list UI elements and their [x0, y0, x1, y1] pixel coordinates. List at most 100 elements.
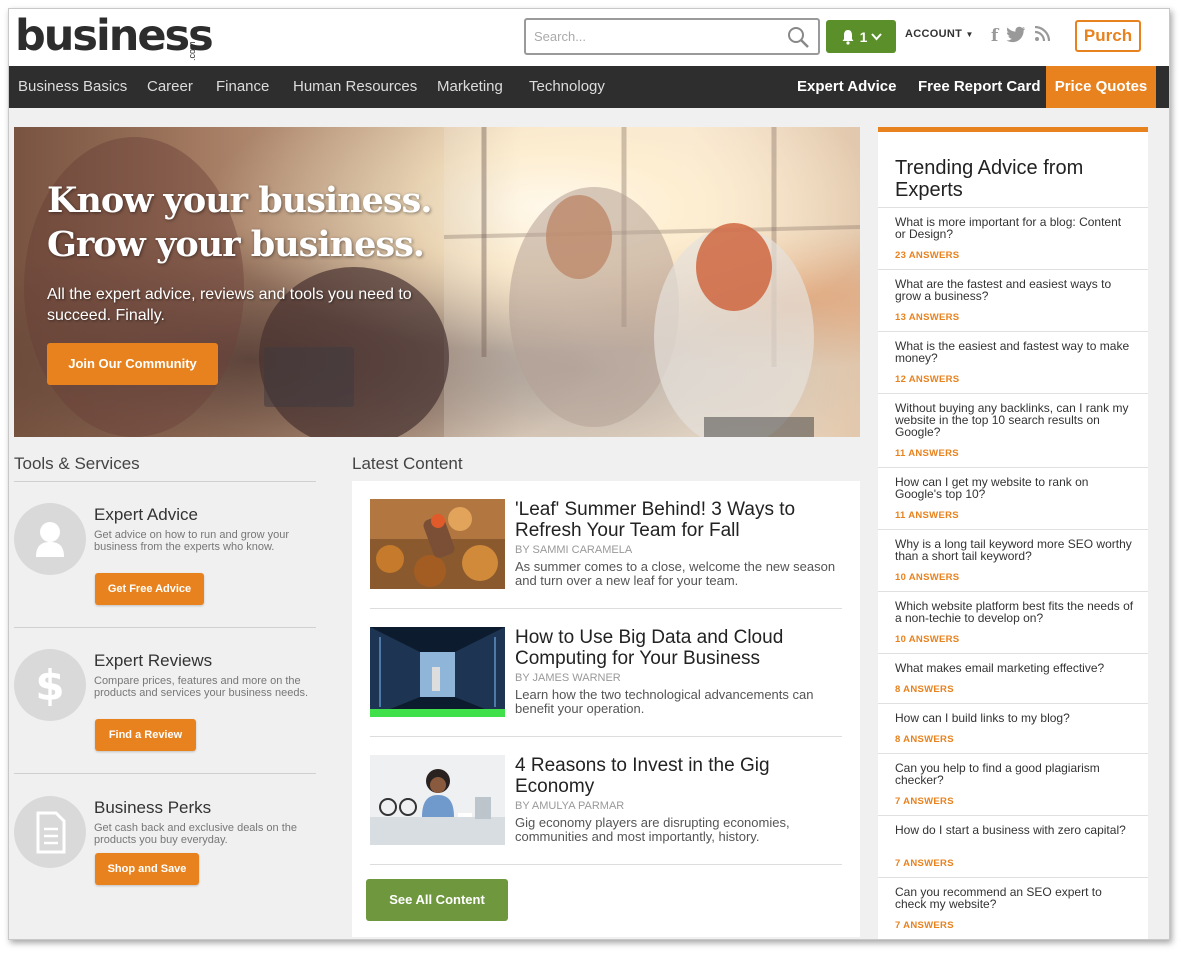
nav-finance[interactable]: Finance [216, 66, 269, 108]
hero-subtitle: All the expert advice, reviews and tools… [47, 286, 412, 324]
trending-item[interactable]: Which website platform best fits the nee… [878, 591, 1148, 653]
trending-question[interactable]: What is more important for a blog: Conte… [895, 216, 1135, 240]
trending-item[interactable]: Without buying any backlinks, can I rank… [878, 393, 1148, 467]
article-title[interactable]: How to Use Big Data and Cloud Computing … [515, 627, 845, 669]
article-thumbnail[interactable] [370, 627, 505, 717]
latest-heading: Latest Content [352, 454, 463, 473]
trending-question[interactable]: What makes email marketing effective? [895, 662, 1135, 674]
article-divider [370, 608, 842, 609]
tool-description: Get cash back and exclusive deals on the… [94, 822, 298, 846]
trending-question[interactable]: Without buying any backlinks, can I rank… [895, 402, 1135, 438]
trending-panel: Trending Advice from Experts What is mor… [878, 127, 1148, 939]
trending-item[interactable]: Can you help to find a good plagiarism c… [878, 753, 1148, 815]
article-description: As summer comes to a close, welcome the … [515, 559, 836, 588]
trending-answer-count[interactable]: 23 ANSWERS [895, 250, 959, 261]
trending-item[interactable]: What are the fastest and easiest ways to… [878, 269, 1148, 331]
trending-answer-count[interactable]: 10 ANSWERS [895, 572, 959, 583]
search-icon[interactable] [786, 25, 810, 49]
search-input[interactable] [526, 20, 766, 53]
nav-marketing[interactable]: Marketing [437, 66, 503, 108]
nav-price-quotes[interactable]: Price Quotes [1046, 66, 1156, 108]
facebook-icon[interactable]: f [991, 26, 998, 46]
shop-and-save-button[interactable]: Shop and Save [95, 853, 199, 885]
find-review-button[interactable]: Find a Review [95, 719, 196, 751]
get-free-advice-button[interactable]: Get Free Advice [95, 573, 204, 605]
trending-answer-count[interactable]: 8 ANSWERS [895, 684, 954, 695]
see-all-content-button[interactable]: See All Content [366, 879, 508, 921]
logo-suffix: .com [187, 41, 197, 61]
article-thumbnail[interactable] [370, 755, 505, 845]
dollar-icon: $ [35, 661, 64, 710]
article-byline: BY SAMMI CARAMELA [515, 544, 633, 556]
nav-technology[interactable]: Technology [529, 66, 605, 108]
trending-question[interactable]: Can you help to find a good plagiarism c… [895, 762, 1135, 786]
notification-count: 1 [859, 28, 868, 45]
trending-item[interactable]: How can I build links to my blog? 8 ANSW… [878, 703, 1148, 753]
trending-item[interactable]: What is the easiest and fastest way to m… [878, 331, 1148, 393]
join-community-button[interactable]: Join Our Community [47, 343, 218, 385]
trending-answer-count[interactable]: 7 ANSWERS [895, 858, 954, 869]
trending-question[interactable]: How do I start a business with zero capi… [895, 824, 1135, 836]
tool-description: Get advice on how to run and grow your b… [94, 529, 290, 553]
trending-question[interactable]: What are the fastest and easiest ways to… [895, 278, 1135, 302]
trending-item[interactable]: How can I get my website to rank on Goog… [878, 467, 1148, 529]
twitter-icon[interactable] [1006, 26, 1026, 43]
trending-item[interactable]: What makes email marketing effective? 8 … [878, 653, 1148, 703]
tools-heading: Tools & Services [14, 454, 140, 473]
article-card[interactable]: 4 Reasons to Invest in the Gig Economy B… [370, 755, 842, 847]
hero-title-line-1: Know your business. [47, 180, 433, 221]
purch-button[interactable]: Purch [1075, 20, 1141, 52]
trending-answer-count[interactable]: 13 ANSWERS [895, 312, 959, 323]
person-icon [36, 522, 64, 557]
trending-answer-count[interactable]: 7 ANSWERS [895, 920, 954, 931]
nav-business-basics[interactable]: Business Basics [18, 66, 127, 108]
nav-human-resources[interactable]: Human Resources [293, 66, 417, 108]
article-byline: BY AMULYA PARMAR [515, 800, 625, 812]
trending-item[interactable]: Can you recommend an SEO expert to check… [878, 877, 1148, 939]
tools-divider [14, 627, 316, 628]
logo-text: business [15, 11, 214, 61]
trending-item[interactable]: Why is a long tail keyword more SEO wort… [878, 529, 1148, 591]
trending-question[interactable]: Why is a long tail keyword more SEO wort… [895, 538, 1135, 562]
trending-item[interactable]: How do I start a business with zero capi… [878, 815, 1148, 877]
tools-divider [14, 773, 316, 774]
article-description: Learn how the two technological advancem… [515, 687, 814, 716]
trending-heading: Trending Advice from Experts [895, 157, 1084, 201]
tool-title: Business Perks [94, 798, 212, 817]
nav-expert-advice[interactable]: Expert Advice [797, 66, 897, 108]
article-thumbnail[interactable] [370, 499, 505, 589]
trending-question[interactable]: How can I get my website to rank on Goog… [895, 476, 1135, 500]
hero-banner: Know your business. Grow your business. … [14, 127, 860, 437]
trending-question[interactable]: Which website platform best fits the nee… [895, 600, 1135, 624]
site-logo[interactable]: business [15, 11, 214, 61]
document-icon [36, 811, 66, 854]
trending-answer-count[interactable]: 11 ANSWERS [895, 510, 959, 521]
account-menu[interactable]: ACCOUNT ▼ [905, 28, 974, 40]
article-card[interactable]: 'Leaf' Summer Behind! 3 Ways to Refresh … [370, 499, 842, 591]
svg-text:$: $ [35, 661, 64, 710]
trending-question[interactable]: How can I build links to my blog? [895, 712, 1135, 724]
trending-item[interactable]: What is more important for a blog: Conte… [878, 207, 1148, 269]
notification-button[interactable]: 1 [826, 20, 896, 53]
trending-answer-count[interactable]: 7 ANSWERS [895, 796, 954, 807]
trending-question[interactable]: Can you recommend an SEO expert to check… [895, 886, 1135, 910]
rss-icon[interactable] [1034, 26, 1051, 42]
trending-answer-count[interactable]: 8 ANSWERS [895, 734, 954, 745]
article-title[interactable]: 'Leaf' Summer Behind! 3 Ways to Refresh … [515, 499, 845, 541]
chevron-down-icon [871, 32, 883, 40]
tool-icon-circle: $ [14, 649, 86, 721]
trending-question[interactable]: What is the easiest and fastest way to m… [895, 340, 1135, 364]
bell-icon [842, 29, 854, 45]
social-links: f [991, 26, 1051, 46]
article-card[interactable]: How to Use Big Data and Cloud Computing … [370, 627, 842, 719]
article-title[interactable]: 4 Reasons to Invest in the Gig Economy [515, 755, 845, 797]
nav-career[interactable]: Career [147, 66, 193, 108]
trending-answer-count[interactable]: 10 ANSWERS [895, 634, 959, 645]
hero-title-line-2: Grow your business. [47, 224, 425, 265]
hero-title: Know your business. Grow your business. [47, 179, 433, 267]
nav-free-report-card[interactable]: Free Report Card [918, 66, 1041, 108]
article-divider [370, 736, 842, 737]
trending-answer-count[interactable]: 12 ANSWERS [895, 374, 959, 385]
tool-icon-circle [14, 796, 86, 868]
trending-answer-count[interactable]: 11 ANSWERS [895, 448, 959, 459]
